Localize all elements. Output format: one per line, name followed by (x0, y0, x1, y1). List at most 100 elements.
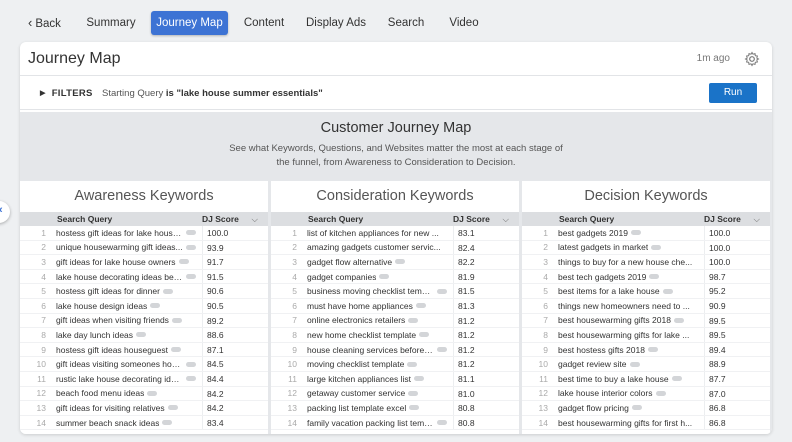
more-options-icon[interactable] (162, 288, 173, 294)
table-row[interactable]: 8 new home checklist template 81.2 (271, 328, 519, 343)
tab-search[interactable]: Search (382, 11, 430, 35)
search-query-cell[interactable]: hostess gift ideas houseguest (56, 345, 202, 355)
search-query-cell[interactable]: gadget flow pricing (558, 403, 704, 413)
more-options-icon[interactable] (395, 259, 406, 265)
search-query-cell[interactable]: best time to buy a lake house (558, 374, 704, 384)
search-query-cell[interactable]: gadget flow alternative (307, 257, 453, 267)
search-query-cell[interactable]: unique housewarming gift ideas... (56, 242, 202, 252)
table-row[interactable]: 13 gadget flow pricing 86.8 (522, 401, 770, 416)
header-dj-score[interactable]: DJ Score ⌵ (202, 214, 268, 225)
search-query-cell[interactable]: gadget review site (558, 359, 704, 369)
more-options-icon[interactable] (407, 361, 418, 367)
search-query-cell[interactable]: list of kitchen appliances for new ... (307, 228, 453, 238)
table-row[interactable]: 12 beach food menu ideas 84.2 (20, 386, 268, 402)
more-options-icon[interactable] (408, 317, 419, 323)
more-options-icon[interactable] (651, 244, 662, 250)
search-query-cell[interactable]: must have home appliances (307, 301, 453, 311)
header-dj-score[interactable]: DJ Score ⌵ (704, 214, 770, 225)
table-row[interactable]: 9 best hostess gifts 2018 89.4 (522, 342, 770, 358)
tab-journey-map[interactable]: Journey Map (151, 11, 228, 35)
more-options-icon[interactable] (136, 332, 147, 338)
table-row[interactable]: 6 must have home appliances 81.3 (271, 298, 519, 314)
more-options-icon[interactable] (162, 420, 173, 426)
table-row[interactable]: 13 packing list template excel 80.8 (271, 401, 519, 416)
search-query-cell[interactable]: gadget companies (307, 272, 453, 282)
table-row[interactable]: 10 gadget review site 88.9 (522, 357, 770, 372)
table-row[interactable]: 11 rustic lake house decorating idea... 84… (20, 371, 268, 387)
more-options-icon[interactable] (178, 259, 189, 265)
table-row[interactable]: 8 best housewarming gifts for lake ... 89.… (522, 328, 770, 343)
search-query-cell[interactable]: gift ideas for lake house owners (56, 257, 202, 267)
tab-summary[interactable]: Summary (82, 11, 140, 35)
more-options-icon[interactable] (171, 347, 181, 353)
more-options-icon[interactable] (415, 303, 426, 309)
sort-chevron-icon[interactable]: ⌵ (503, 214, 509, 225)
search-query-cell[interactable]: rustic lake house decorating idea... (56, 374, 202, 384)
filters-toggle[interactable]: ▶ FILTERS (40, 88, 93, 99)
search-query-cell[interactable]: lake house interior colors (558, 388, 704, 398)
more-options-icon[interactable] (167, 405, 178, 411)
more-options-icon[interactable] (629, 361, 640, 367)
more-options-icon[interactable] (408, 390, 419, 396)
search-query-cell[interactable]: best tech gadgets 2019 (558, 272, 704, 282)
table-row[interactable]: 14 best housewarming gifts for first h...… (522, 415, 770, 431)
search-query-cell[interactable]: gift ideas visiting someones hom... (56, 359, 202, 369)
back-link[interactable]: ‹ Back (28, 11, 68, 35)
table-row[interactable]: 1 hostess gift ideas for lake house... 100… (20, 226, 268, 241)
search-query-cell[interactable]: best housewarming gifts for first h... (558, 418, 704, 428)
more-options-icon[interactable] (186, 230, 196, 236)
more-options-icon[interactable] (150, 303, 161, 309)
more-options-icon[interactable] (186, 376, 196, 382)
table-row[interactable]: 4 lake house decorating ideas bedr... 91.5 (20, 269, 268, 285)
table-row[interactable]: 11 best time to buy a lake house 87.7 (522, 371, 770, 387)
more-options-icon[interactable] (171, 317, 182, 323)
search-query-cell[interactable]: lake house design ideas (56, 301, 202, 311)
table-row[interactable]: 5 hostess gift ideas for dinner 90.6 (20, 284, 268, 299)
search-query-cell[interactable]: getaway customer service (307, 388, 453, 398)
more-options-icon[interactable] (186, 274, 196, 280)
table-row[interactable]: 6 things new homeowners need to ... 90.9 (522, 298, 770, 314)
table-row[interactable]: 5 business moving checklist templa... 81.5 (271, 284, 519, 299)
table-row[interactable]: 12 lake house interior colors 87.0 (522, 386, 770, 402)
search-query-cell[interactable]: amazing gadgets customer servic... (307, 242, 453, 252)
header-search-query[interactable]: Search Query (56, 214, 202, 224)
more-options-icon[interactable] (630, 230, 641, 236)
search-query-cell[interactable]: new home checklist template (307, 330, 453, 340)
more-options-icon[interactable] (409, 405, 420, 411)
more-options-icon[interactable] (662, 288, 673, 294)
more-options-icon[interactable] (649, 274, 660, 280)
search-query-cell[interactable]: things to buy for a new house che... (558, 257, 704, 267)
tab-content[interactable]: Content (239, 11, 289, 35)
search-query-cell[interactable]: things new homeowners need to ... (558, 301, 704, 311)
search-query-cell[interactable]: large kitchen appliances list (307, 374, 453, 384)
table-row[interactable]: 12 getaway customer service 81.0 (271, 386, 519, 402)
more-options-icon[interactable] (147, 390, 158, 396)
search-query-cell[interactable]: best housewarming gifts 2018 (558, 315, 704, 325)
search-query-cell[interactable]: best gadgets 2019 (558, 228, 704, 238)
table-row[interactable]: 5 best items for a lake house 95.2 (522, 284, 770, 299)
search-query-cell[interactable]: gift ideas when visiting friends (56, 315, 202, 325)
search-query-cell[interactable]: packing list template excel (307, 403, 453, 413)
more-options-icon[interactable] (655, 390, 666, 396)
header-search-query[interactable]: Search Query (307, 214, 453, 224)
table-row[interactable]: 7 online electronics retailers 81.2 (271, 313, 519, 329)
more-options-icon[interactable] (437, 420, 447, 426)
gear-icon[interactable] (744, 51, 760, 67)
tab-display-ads[interactable]: Display Ads (302, 11, 370, 35)
table-row[interactable]: 7 gift ideas when visiting friends 89.2 (20, 313, 268, 329)
table-row[interactable]: 1 list of kitchen appliances for new ... 8… (271, 226, 519, 241)
more-options-icon[interactable] (647, 347, 658, 353)
search-query-cell[interactable]: gift ideas for visiting relatives (56, 403, 202, 413)
table-row[interactable]: 3 gadget flow alternative 82.2 (271, 255, 519, 270)
table-row[interactable]: 2 amazing gadgets customer servic... 82.4 (271, 240, 519, 256)
table-row[interactable]: 4 gadget companies 81.9 (271, 269, 519, 285)
search-query-cell[interactable]: best housewarming gifts for lake ... (558, 330, 704, 340)
more-options-icon[interactable] (631, 405, 642, 411)
more-options-icon[interactable] (673, 317, 684, 323)
table-row[interactable]: 8 lake day lunch ideas 88.6 (20, 328, 268, 343)
search-query-cell[interactable]: latest gadgets in market (558, 242, 704, 252)
table-row[interactable]: 4 best tech gadgets 2019 98.7 (522, 269, 770, 285)
search-query-cell[interactable]: business moving checklist templa... (307, 286, 453, 296)
table-row[interactable]: 9 house cleaning services before m... 81.2 (271, 342, 519, 358)
sort-chevron-icon[interactable]: ⌵ (754, 214, 760, 225)
